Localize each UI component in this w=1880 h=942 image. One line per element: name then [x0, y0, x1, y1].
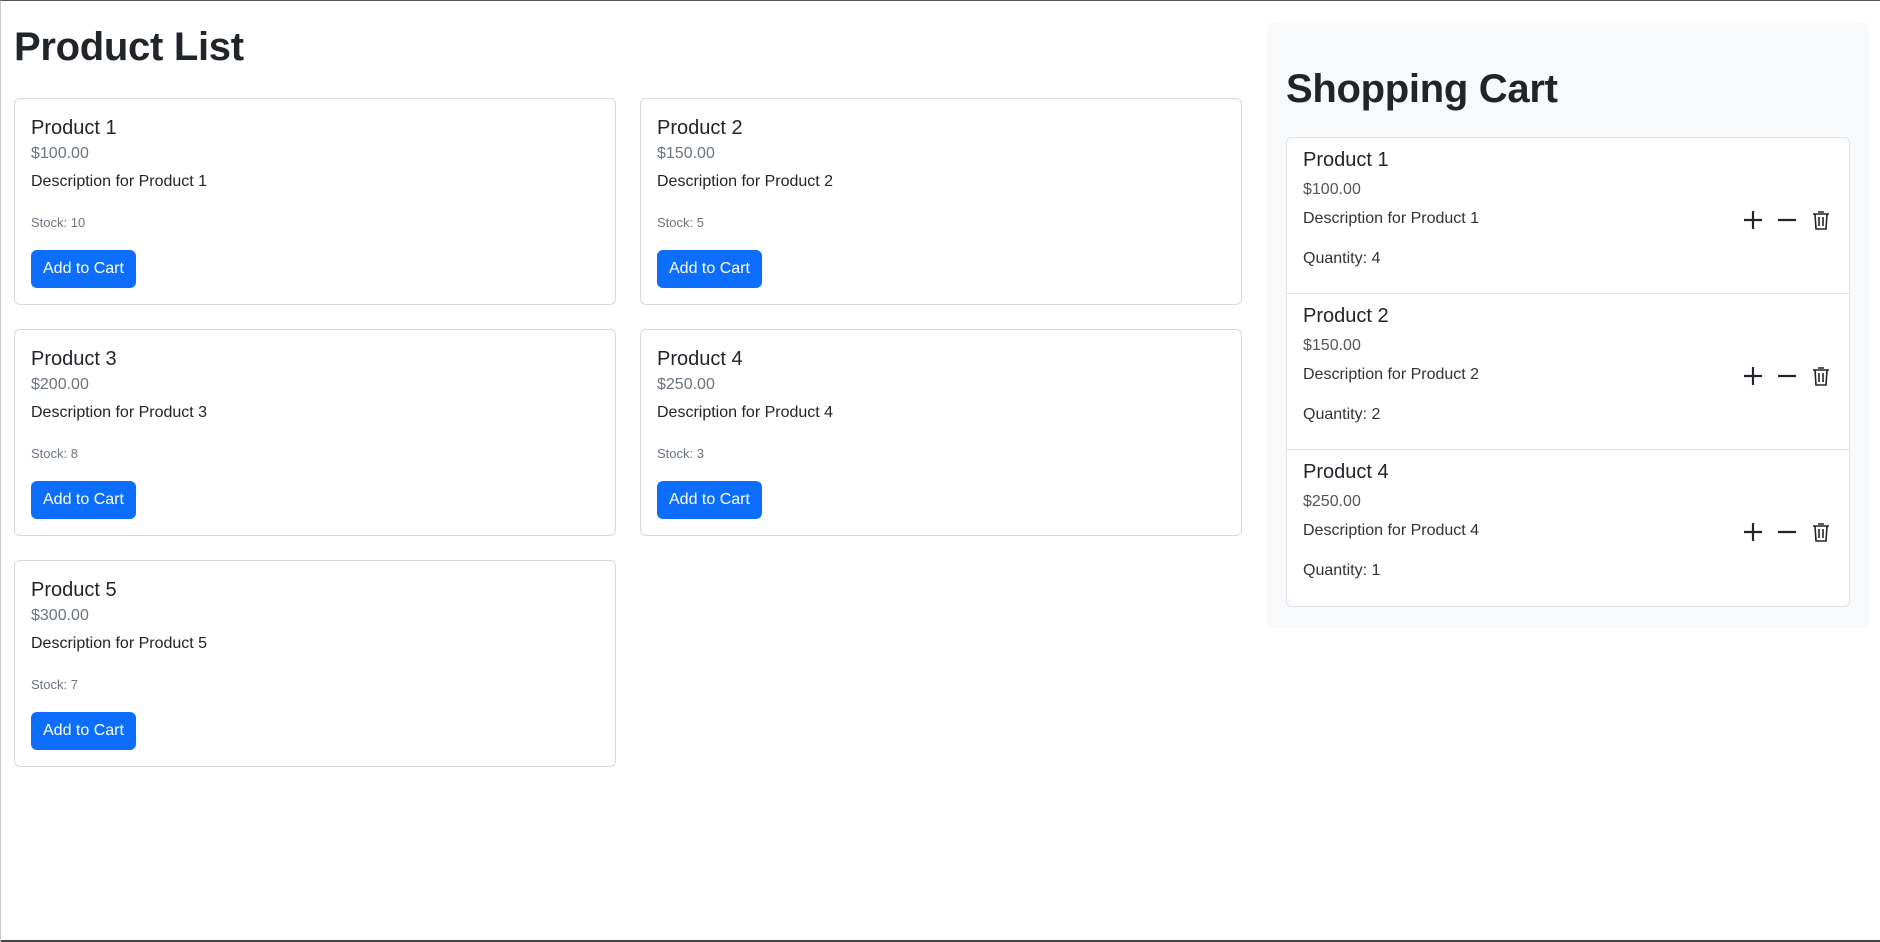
- trash-icon[interactable]: [1809, 208, 1833, 232]
- cart-title: Shopping Cart: [1286, 67, 1558, 111]
- cart-item-quantity: Quantity: 4: [1303, 250, 1381, 267]
- product-price: $250.00: [657, 376, 715, 393]
- cart-item-quantity: Quantity: 1: [1303, 562, 1381, 579]
- cart-item-price: $250.00: [1303, 493, 1361, 510]
- cart-item-name: Product 2: [1303, 305, 1389, 327]
- product-stock: Stock: 8: [31, 446, 78, 461]
- product-card: Product 2 $150.00 Description for Produc…: [640, 98, 1242, 305]
- page: Product List Product 1 $100.00 Descripti…: [0, 0, 1880, 942]
- cart-item-price: $100.00: [1303, 181, 1361, 198]
- product-description: Description for Product 5: [31, 635, 208, 652]
- cart-item-name: Product 1: [1303, 149, 1389, 171]
- cart-item-name: Product 4: [1303, 461, 1389, 483]
- cart-item-description: Description for Product 1: [1303, 210, 1480, 227]
- product-name: Product 1: [31, 117, 117, 139]
- cart-item-actions: [1741, 518, 1833, 546]
- product-name: Product 3: [31, 348, 117, 370]
- add-to-cart-button[interactable]: Add to Cart: [31, 712, 136, 750]
- add-to-cart-button[interactable]: Add to Cart: [31, 250, 136, 288]
- product-stock: Stock: 10: [31, 215, 86, 230]
- plus-icon[interactable]: [1741, 208, 1765, 232]
- cart-item-quantity: Quantity: 2: [1303, 406, 1381, 423]
- product-stock: Stock: 5: [657, 215, 704, 230]
- cart-item-price: $150.00: [1303, 337, 1361, 354]
- trash-icon[interactable]: [1809, 520, 1833, 544]
- cart-item: Product 2 $150.00 Description for Produc…: [1287, 294, 1849, 450]
- product-card: Product 4 $250.00 Description for Produc…: [640, 329, 1242, 536]
- plus-icon[interactable]: [1741, 364, 1765, 388]
- product-price: $150.00: [657, 145, 715, 162]
- page-title: Product List: [14, 25, 244, 69]
- product-stock: Stock: 3: [657, 446, 704, 461]
- cart-item-description: Description for Product 2: [1303, 366, 1480, 383]
- minus-icon[interactable]: [1775, 364, 1799, 388]
- add-to-cart-button[interactable]: Add to Cart: [657, 250, 762, 288]
- product-stock: Stock: 7: [31, 677, 78, 692]
- add-to-cart-button[interactable]: Add to Cart: [31, 481, 136, 519]
- product-description: Description for Product 3: [31, 404, 208, 421]
- product-card: Product 3 $200.00 Description for Produc…: [14, 329, 616, 536]
- product-price: $200.00: [31, 376, 89, 393]
- product-description: Description for Product 4: [657, 404, 834, 421]
- minus-icon[interactable]: [1775, 520, 1799, 544]
- product-name: Product 5: [31, 579, 117, 601]
- cart-item-actions: [1741, 206, 1833, 234]
- plus-icon[interactable]: [1741, 520, 1765, 544]
- cart-item-actions: [1741, 362, 1833, 390]
- minus-icon[interactable]: [1775, 208, 1799, 232]
- cart-list: Product 1 $100.00 Description for Produc…: [1286, 137, 1850, 607]
- cart-item: Product 4 $250.00 Description for Produc…: [1287, 450, 1849, 606]
- product-card: Product 5 $300.00 Description for Produc…: [14, 560, 616, 767]
- cart-item-description: Description for Product 4: [1303, 522, 1480, 539]
- product-description: Description for Product 2: [657, 173, 834, 190]
- trash-icon[interactable]: [1809, 364, 1833, 388]
- product-description: Description for Product 1: [31, 173, 208, 190]
- cart-panel: Shopping Cart Product 1 $100.00 Descript…: [1267, 22, 1869, 628]
- product-name: Product 4: [657, 348, 743, 370]
- product-name: Product 2: [657, 117, 743, 139]
- product-card: Product 1 $100.00 Description for Produc…: [14, 98, 616, 305]
- product-price: $300.00: [31, 607, 89, 624]
- add-to-cart-button[interactable]: Add to Cart: [657, 481, 762, 519]
- cart-item: Product 1 $100.00 Description for Produc…: [1287, 138, 1849, 294]
- product-price: $100.00: [31, 145, 89, 162]
